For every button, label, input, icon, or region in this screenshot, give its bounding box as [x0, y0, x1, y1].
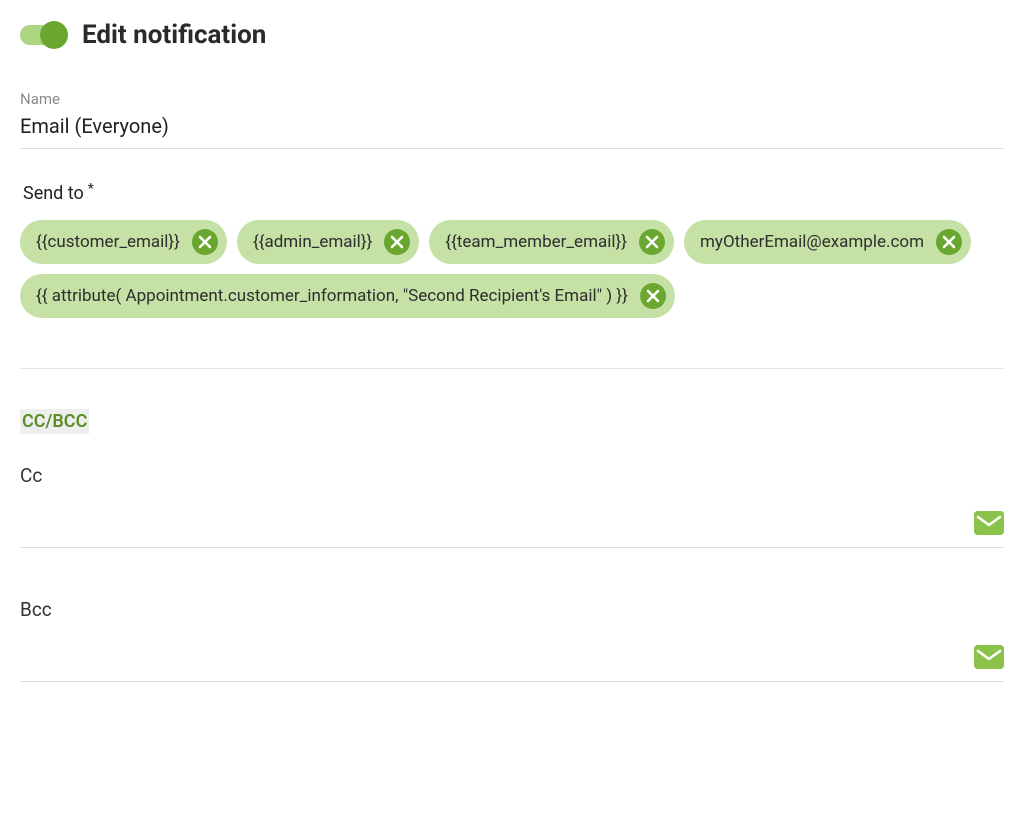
chip-text: {{admin_email}}: [253, 232, 372, 252]
send-to-section: Send to * {{customer_email}} {{admin_ema…: [20, 183, 1004, 318]
remove-chip-button[interactable]: [384, 229, 410, 255]
name-label: Name: [20, 90, 1004, 108]
enable-toggle[interactable]: [20, 25, 64, 45]
bcc-label: Bcc: [20, 598, 1004, 621]
bcc-block: Bcc: [20, 598, 1004, 682]
cc-label: Cc: [20, 464, 1004, 487]
ccbcc-heading: CC/BCC: [20, 409, 89, 434]
section-divider: [20, 368, 1004, 369]
required-marker: *: [88, 181, 94, 197]
recipient-chip[interactable]: myOtherEmail@example.com: [684, 220, 971, 264]
close-icon: [390, 235, 404, 249]
name-field: Name Email (Everyone): [20, 90, 1004, 149]
header-row: Edit notification: [20, 20, 1004, 50]
name-value[interactable]: Email (Everyone): [20, 114, 1004, 138]
mail-icon: [974, 511, 1004, 535]
page-title: Edit notification: [82, 20, 266, 50]
mail-icon: [974, 645, 1004, 669]
ccbcc-section: CC/BCC Cc Bcc: [20, 409, 1004, 682]
recipient-chips: {{customer_email}} {{admin_email}} {{tea…: [20, 220, 1004, 318]
chip-text: myOtherEmail@example.com: [700, 232, 924, 252]
send-to-label-text: Send to: [23, 183, 84, 204]
remove-chip-button[interactable]: [640, 283, 666, 309]
close-icon: [198, 235, 212, 249]
recipient-chip[interactable]: {{admin_email}}: [237, 220, 419, 264]
recipient-chip[interactable]: {{customer_email}}: [20, 220, 227, 264]
cc-input-row: [20, 495, 1004, 548]
recipient-chip[interactable]: {{ attribute( Appointment.customer_infor…: [20, 274, 675, 318]
close-icon: [646, 289, 660, 303]
cc-mail-button[interactable]: [974, 511, 1004, 535]
bcc-input-row: [20, 629, 1004, 682]
chip-text: {{customer_email}}: [36, 232, 180, 252]
chip-text: {{ attribute( Appointment.customer_infor…: [36, 286, 628, 306]
send-to-label: Send to *: [20, 183, 1004, 204]
cc-input[interactable]: [20, 495, 974, 539]
remove-chip-button[interactable]: [639, 229, 665, 255]
recipient-chip[interactable]: {{team_member_email}}: [429, 220, 674, 264]
toggle-knob: [40, 21, 68, 49]
remove-chip-button[interactable]: [936, 229, 962, 255]
bcc-mail-button[interactable]: [974, 645, 1004, 669]
chip-text: {{team_member_email}}: [445, 232, 627, 252]
remove-chip-button[interactable]: [192, 229, 218, 255]
bcc-input[interactable]: [20, 629, 974, 673]
close-icon: [645, 235, 659, 249]
cc-block: Cc: [20, 464, 1004, 548]
close-icon: [942, 235, 956, 249]
